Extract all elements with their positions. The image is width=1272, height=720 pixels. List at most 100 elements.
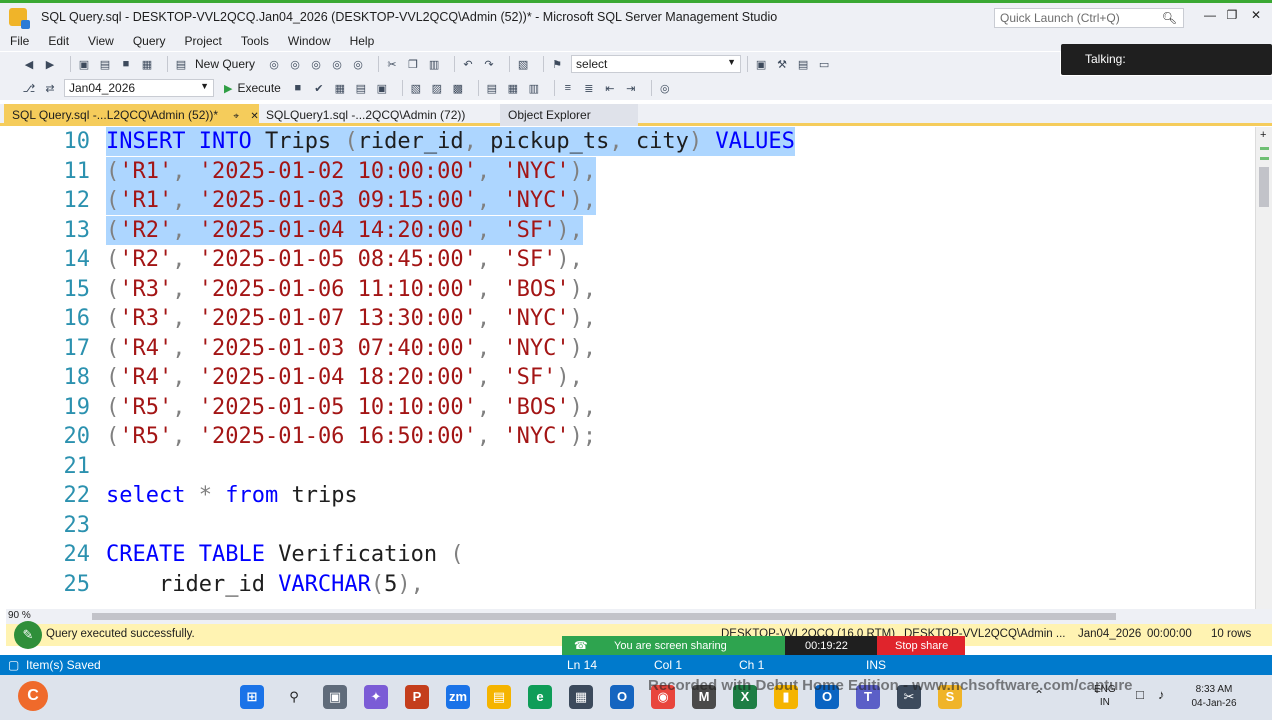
code-line[interactable]: 22 select * from trips xyxy=(6,481,1255,510)
mdx-query-icon[interactable]: ◎ xyxy=(288,57,302,71)
close-button[interactable]: ✕ xyxy=(1242,8,1270,28)
vertical-scrollbar[interactable]: + xyxy=(1255,127,1272,609)
find-combo[interactable]: select ▼ xyxy=(571,55,742,73)
menu-project[interactable]: Project xyxy=(185,34,222,48)
intellisense-icon[interactable]: ▣ xyxy=(375,81,389,95)
live-stats-icon[interactable]: ▨ xyxy=(430,81,444,95)
properties-icon[interactable]: ▣ xyxy=(754,57,768,71)
back-icon[interactable]: ◀ xyxy=(22,57,36,71)
search-icon[interactable]: ⚲ xyxy=(282,685,306,709)
new-project-icon[interactable]: ▣ xyxy=(77,57,91,71)
task-view-icon[interactable]: ▣ xyxy=(323,685,347,709)
speaker-icon[interactable]: ♪ xyxy=(1158,688,1165,701)
tab-sqlquery1[interactable]: SQLQuery1.sql -...2QCQ\Admin (72)) xyxy=(258,104,473,126)
outdent-icon[interactable]: ⇤ xyxy=(603,81,617,95)
results-text-icon[interactable]: ▤ xyxy=(485,81,499,95)
menu-query[interactable]: Query xyxy=(133,34,166,48)
comment-icon[interactable]: ≡ xyxy=(561,81,575,95)
code-line[interactable]: 24 CREATE TABLE Verification ( xyxy=(6,540,1255,569)
code-line[interactable]: 20 ('R5', '2025-01-06 16:50:00', 'NYC'); xyxy=(6,422,1255,451)
menu-file[interactable]: File xyxy=(10,34,29,48)
xmla-query-icon[interactable]: ◎ xyxy=(330,57,344,71)
copy-icon[interactable]: ❐ xyxy=(406,57,420,71)
window-layout-icon[interactable]: ▭ xyxy=(817,57,831,71)
execute-button[interactable]: ▶ Execute xyxy=(224,81,281,95)
change-connection-icon[interactable]: ⇄ xyxy=(43,81,57,95)
wrench-icon[interactable]: ⚒ xyxy=(775,57,789,71)
file-explorer-icon[interactable]: ▤ xyxy=(487,685,511,709)
tab-sql-query[interactable]: SQL Query.sql -...L2QCQ\Admin (52))* ⌖ ✕ xyxy=(4,104,259,126)
indent-icon[interactable]: ⇥ xyxy=(624,81,638,95)
database-select[interactable]: Jan04_2026 ▼ xyxy=(64,79,214,97)
parse-checkmark-icon[interactable]: ✔ xyxy=(312,81,326,95)
client-stats-icon[interactable]: ▩ xyxy=(451,81,465,95)
menu-help[interactable]: Help xyxy=(350,34,375,48)
save-icon[interactable]: ■ xyxy=(119,57,133,71)
display-plan-icon[interactable]: ▦ xyxy=(333,81,347,95)
dmx-query-icon[interactable]: ◎ xyxy=(309,57,323,71)
network-icon[interactable]: □ xyxy=(1136,688,1144,701)
query-design-icon[interactable]: ▤ xyxy=(354,81,368,95)
forward-icon[interactable]: ▶ xyxy=(43,57,57,71)
edge-icon[interactable]: e xyxy=(528,685,552,709)
code-token: , xyxy=(463,129,491,154)
results-grid-icon[interactable]: ▦ xyxy=(506,81,520,95)
code-line[interactable]: 17 ('R4', '2025-01-03 07:40:00', 'NYC'), xyxy=(6,334,1255,363)
play-icon: ▶ xyxy=(224,82,233,95)
menu-tools[interactable]: Tools xyxy=(241,34,269,48)
tab-object-explorer[interactable]: Object Explorer xyxy=(500,104,638,126)
code-line[interactable]: 13 ('R2', '2025-01-04 14:20:00', 'SF'), xyxy=(6,215,1255,245)
outlook-icon[interactable]: O xyxy=(610,685,634,709)
code-line[interactable]: 11 ('R1', '2025-01-02 10:00:00', 'NYC'), xyxy=(6,156,1255,186)
menu-view[interactable]: View xyxy=(88,34,114,48)
open-file-icon[interactable]: ▤ xyxy=(98,57,112,71)
toolbox-icon[interactable]: ▤ xyxy=(796,57,810,71)
code-line[interactable]: 19 ('R5', '2025-01-05 10:10:00', 'BOS'), xyxy=(6,393,1255,422)
specify-values-icon[interactable]: ◎ xyxy=(658,81,672,95)
find-icon[interactable]: ⚑ xyxy=(550,57,564,71)
zoom-level[interactable]: 90 % xyxy=(8,610,31,621)
new-query-button[interactable]: ▤ New Query xyxy=(174,57,255,71)
uncomment-icon[interactable]: ≣ xyxy=(582,81,596,95)
code-line[interactable]: 12 ('R1', '2025-01-03 09:15:00', 'NYC'), xyxy=(6,186,1255,215)
code-line[interactable]: 21 xyxy=(6,452,1255,481)
paste-icon[interactable]: ▥ xyxy=(427,57,441,71)
results-file-icon[interactable]: ▥ xyxy=(527,81,541,95)
scroll-thumb[interactable] xyxy=(1259,167,1269,207)
powerpoint-icon[interactable]: P xyxy=(405,685,429,709)
cut-icon[interactable]: ✂ xyxy=(385,57,399,71)
code-line[interactable]: 14 ('R2', '2025-01-05 08:45:00', 'SF'), xyxy=(6,245,1255,274)
code-token: ), xyxy=(397,571,424,597)
actual-plan-icon[interactable]: ▧ xyxy=(409,81,423,95)
activity-monitor-icon[interactable]: ▧ xyxy=(516,57,530,71)
code-line[interactable]: 25 rider_id VARCHAR(5), xyxy=(6,570,1255,599)
code-token: ), xyxy=(569,335,597,361)
menu-edit[interactable]: Edit xyxy=(48,34,69,48)
zoom-icon[interactable]: zm xyxy=(446,685,470,709)
saved-icon: ▢ xyxy=(8,658,20,672)
stop-icon[interactable]: ■ xyxy=(291,81,305,95)
stop-share-button[interactable]: Stop share xyxy=(877,636,965,656)
code-line[interactable]: 18 ('R4', '2025-01-04 18:20:00', 'SF'), xyxy=(6,363,1255,392)
code-line[interactable]: 16 ('R3', '2025-01-07 13:30:00', 'NYC'), xyxy=(6,304,1255,333)
query-editor[interactable]: 10 INSERT INTO Trips (rider_id, pickup_ts… xyxy=(6,127,1255,609)
store-icon[interactable]: ▦ xyxy=(569,685,593,709)
start-icon[interactable]: ⊞ xyxy=(240,685,264,709)
pin-icon[interactable]: ⌖ xyxy=(233,111,239,122)
code-line[interactable]: 23 xyxy=(6,511,1255,540)
menu-window[interactable]: Window xyxy=(288,34,331,48)
save-all-icon[interactable]: ▦ xyxy=(140,57,154,71)
code-line[interactable]: 10 INSERT INTO Trips (rider_id, pickup_ts… xyxy=(6,127,1255,156)
quick-launch-input[interactable]: Quick Launch (Ctrl+Q) 🔍︎ xyxy=(994,8,1184,28)
chevron-up-icon[interactable]: ⌃ xyxy=(1034,689,1044,702)
horizontal-scroll-thumb[interactable] xyxy=(92,613,1116,620)
language-indicator[interactable]: ENG IN xyxy=(1094,683,1116,709)
db-query-icon[interactable]: ◎ xyxy=(267,57,281,71)
clock[interactable]: 8:33 AM 04-Jan-26 xyxy=(1186,683,1242,711)
code-line[interactable]: 15 ('R3', '2025-01-06 11:10:00', 'BOS'), xyxy=(6,275,1255,304)
undo-icon[interactable]: ↶ xyxy=(461,57,475,71)
dax-query-icon[interactable]: ◎ xyxy=(351,57,365,71)
connect-icon[interactable]: ⎇ xyxy=(22,81,36,95)
copilot-icon[interactable]: ✦ xyxy=(364,685,388,709)
redo-icon[interactable]: ↷ xyxy=(482,57,496,71)
